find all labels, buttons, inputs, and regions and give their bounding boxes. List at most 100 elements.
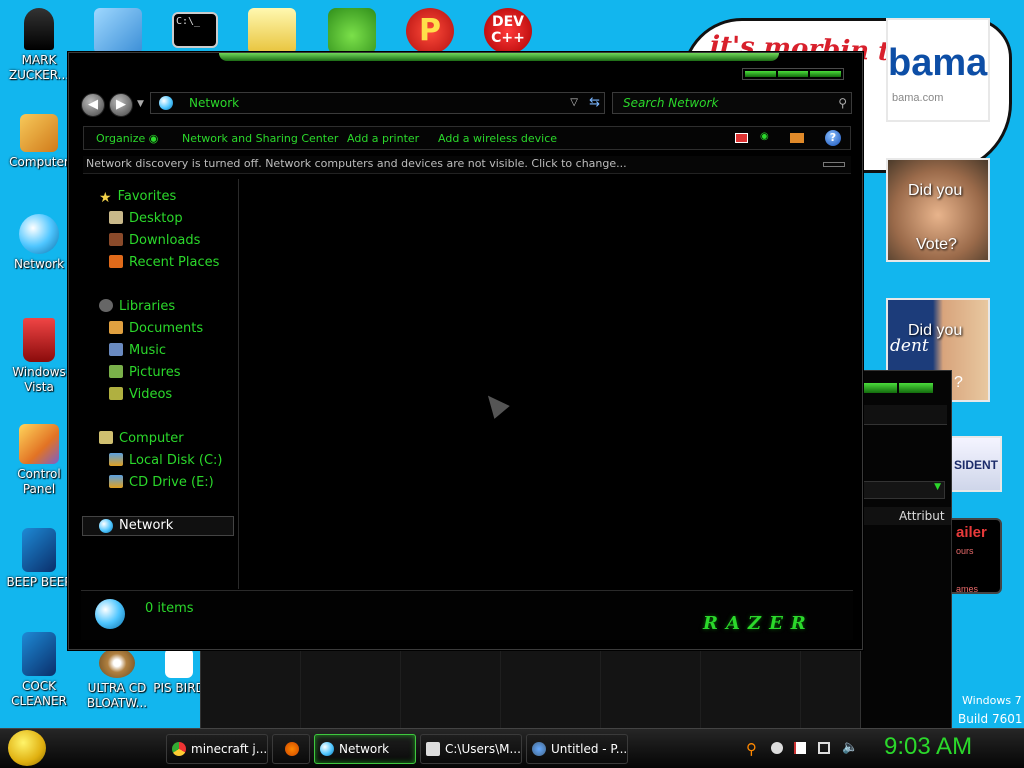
nav-network-selected[interactable]: Network: [82, 516, 234, 536]
bg-window-ctrls[interactable]: [863, 383, 933, 393]
downloads-icon: [109, 233, 123, 246]
desktop-icon-label: MARK ZUCKER...: [8, 53, 70, 82]
cmd-icon[interactable]: C:\_: [172, 12, 218, 48]
dev-cpp-icon[interactable]: DEV C++: [484, 8, 532, 54]
refresh-icon[interactable]: ⇆: [589, 93, 600, 113]
president-tile[interactable]: SIDENT: [950, 436, 1002, 492]
start-button[interactable]: [8, 730, 46, 766]
vote-line1: Did you: [908, 182, 963, 199]
close-button[interactable]: [810, 71, 842, 77]
obama-big-text: bama: [888, 42, 988, 84]
windows-build-line2: Build 7601: [958, 712, 1023, 726]
taskbar-network[interactable]: Network: [314, 734, 416, 764]
forward-button[interactable]: ▶: [109, 93, 133, 117]
background-window[interactable]: ▼ Attribut: [860, 370, 952, 730]
nav-music[interactable]: Music: [109, 343, 166, 358]
network-icon: [159, 96, 173, 110]
vote-line2: Vote?: [916, 236, 957, 253]
minimize-button[interactable]: [745, 71, 776, 77]
folder-icon[interactable]: [248, 8, 296, 54]
taskbar-filezilla[interactable]: C:\Users\M...: [420, 734, 522, 764]
nav-videos[interactable]: Videos: [109, 387, 172, 402]
search-input[interactable]: Search Network ⚲: [612, 92, 852, 114]
notes-icon[interactable]: [94, 8, 142, 54]
nav-libraries[interactable]: Libraries: [99, 299, 175, 314]
nav-downloads[interactable]: Downloads: [109, 233, 200, 248]
taskbar-paint[interactable]: Untitled - P...: [526, 734, 628, 764]
infobar-close[interactable]: [823, 162, 845, 167]
explorer-window[interactable]: ◀ ▶ ▼ Network ▽ ⇆ Search Network ⚲ Organ…: [68, 52, 863, 650]
nav-cd-drive[interactable]: CD Drive (E:): [109, 475, 214, 490]
address-dropdown-icon[interactable]: ▽: [570, 93, 578, 113]
desktop-icon-label: Control Panel: [17, 467, 61, 496]
desktop-icon-control-panel[interactable]: Control Panel: [0, 424, 78, 497]
tray-minimize-icon[interactable]: [771, 742, 783, 754]
tray-volume-icon[interactable]: 🔈: [842, 740, 858, 755]
item-count: 0 items: [145, 601, 194, 616]
drive-icon: [109, 453, 123, 466]
taskbar-firefox[interactable]: [272, 734, 310, 764]
desktop-icon-cock-cleaner[interactable]: COCK CLEANER: [0, 632, 78, 709]
obama-tile[interactable]: bama bama.com: [886, 18, 990, 122]
recent-places-icon: [109, 255, 123, 268]
did-you-vote-tile[interactable]: Did you Vote?: [886, 158, 990, 262]
network-globe-icon: [19, 214, 59, 254]
bg-window-column-header[interactable]: Attribut: [861, 507, 951, 525]
clock[interactable]: 9:03 AM: [884, 733, 972, 761]
maximize-button[interactable]: [777, 71, 809, 77]
bad-piggies-icon[interactable]: [328, 8, 376, 54]
nav-desktop[interactable]: Desktop: [109, 211, 183, 226]
network-sharing-center-button[interactable]: Network and Sharing Center: [182, 132, 338, 145]
chrome-icon: [172, 742, 186, 756]
nav-favorites[interactable]: ★ Favorites: [99, 189, 176, 206]
tray-network-icon[interactable]: [818, 742, 830, 754]
desktop-icon-network[interactable]: Network: [0, 214, 78, 272]
nav-documents[interactable]: Documents: [109, 321, 203, 336]
documents-icon: [109, 321, 123, 334]
computer-icon: [20, 114, 58, 152]
recycle-bin-icon: [23, 318, 55, 362]
address-bar[interactable]: Network ▽ ⇆: [150, 92, 605, 114]
desktop-icon-label: ULTRA CD BLOATW...: [86, 681, 148, 710]
details-pane: 0 items RAZER: [81, 590, 853, 640]
tray-flag-icon[interactable]: [794, 742, 806, 754]
details-network-icon: [95, 599, 125, 629]
add-wireless-device-button[interactable]: Add a wireless device: [438, 132, 557, 145]
desktop-icon: [109, 211, 123, 224]
trailer-title: ailer: [956, 524, 987, 541]
nav-local-disk[interactable]: Local Disk (C:): [109, 453, 222, 468]
view-options-icon[interactable]: [735, 133, 748, 143]
search-icon[interactable]: ⚲: [838, 93, 847, 113]
p-app-icon[interactable]: P: [406, 8, 454, 54]
nav-computer[interactable]: Computer: [99, 431, 184, 446]
network-discovery-infobar[interactable]: Network discovery is turned off. Network…: [83, 156, 851, 174]
pictures-icon: [109, 365, 123, 378]
bg-window-dropdown[interactable]: ▼: [861, 481, 945, 499]
mouse-cursor: [480, 389, 510, 419]
taskbar-chrome[interactable]: minecraft j...: [166, 734, 268, 764]
recent-pages-dropdown[interactable]: ▼: [137, 99, 144, 109]
firefox-icon: [285, 742, 299, 756]
organize-button[interactable]: Organize ◉: [96, 132, 158, 145]
window-controls[interactable]: [742, 68, 844, 80]
tray-search-icon[interactable]: ⚲: [746, 740, 757, 758]
back-button[interactable]: ◀: [81, 93, 105, 117]
add-printer-button[interactable]: Add a printer: [347, 132, 419, 145]
desktop-icon-windows-vista[interactable]: Windows Vista: [0, 318, 78, 395]
help-icon[interactable]: ?: [825, 130, 841, 146]
star-icon: ★: [99, 190, 112, 206]
nav-pictures[interactable]: Pictures: [109, 365, 180, 380]
disc-icon: [99, 648, 135, 678]
preview-pane-icon[interactable]: [790, 133, 804, 143]
cpp-label: C++: [491, 30, 525, 46]
desktop-icon-beep-beep[interactable]: BEEP BEEP: [0, 528, 78, 590]
person-icon: [24, 8, 54, 50]
computer-icon: [99, 431, 113, 444]
vote2-line3: ?: [954, 374, 963, 391]
desktop-icon-mark-zucker[interactable]: MARK ZUCKER...: [0, 8, 78, 83]
view-dropdown-icon[interactable]: ◉: [760, 131, 769, 142]
music-icon: [109, 343, 123, 356]
nav-recent-places[interactable]: Recent Places: [109, 255, 219, 270]
desktop-icon-computer[interactable]: Computer: [0, 114, 78, 170]
trailer-tile[interactable]: ailer ours ames: [950, 518, 1002, 594]
